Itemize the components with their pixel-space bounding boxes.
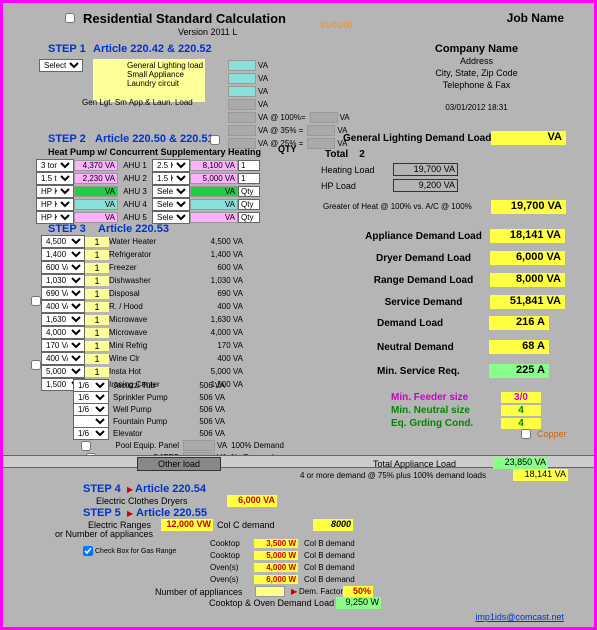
- or-label: or Number of appliances: [55, 529, 153, 539]
- step3-hp-grid: 1/6 hp Jacuzzi Tub 506 VA1/6 hp Sprinkle…: [73, 379, 225, 439]
- step2-checkbox[interactable]: [210, 135, 220, 145]
- step5-rows: Cooktop 3,500 W Col B demandCooktop 5,00…: [210, 537, 368, 585]
- va-select[interactable]: 4,500 VA: [41, 235, 85, 248]
- step3-check-pool[interactable]: [81, 441, 91, 451]
- colc-label: Col C demand: [217, 520, 275, 530]
- gas-range-label: Check Box for Gas Range: [95, 548, 176, 555]
- step1-items-box: General Lighting load Small Appliance La…: [93, 59, 205, 102]
- electric-ranges-value: 12,000 VW: [161, 519, 213, 531]
- va-select[interactable]: 690 VA: [41, 287, 85, 300]
- kw-select[interactable]: Select: [152, 198, 190, 211]
- greater-value: 19,700 VA: [491, 200, 566, 214]
- kw-select[interactable]: Select: [152, 185, 190, 198]
- company-name: Company Name: [435, 43, 518, 55]
- total-label: Total 2: [325, 149, 365, 160]
- step2-subtitle: Heat Pump w/ Concurrent Supplementary He…: [48, 147, 261, 157]
- dem-factor-label: Dem. Factor: [299, 587, 343, 596]
- va-select[interactable]: 4,000 VA: [41, 326, 85, 339]
- company-tel: Telephone & Fax: [443, 80, 511, 90]
- datetime-label: 03/01/2012 18:31: [389, 103, 564, 112]
- step5-article: Article 220.55: [136, 507, 207, 519]
- spreadsheet-sheet: Residential Standard Calculation Version…: [0, 0, 597, 630]
- step1-item: Laundry circuit: [95, 79, 203, 88]
- num-app-label: Number of appliances: [155, 587, 243, 597]
- hp-load-label: HP Load: [321, 181, 356, 191]
- hp-select[interactable]: 1/6 hp: [73, 427, 109, 440]
- heating-load-value: 19,700 VA: [393, 163, 458, 176]
- company-address: Address: [460, 56, 493, 66]
- gas-range-checkbox[interactable]: [83, 546, 93, 556]
- lighting-demand-label: General Lighting Demand Load: [343, 133, 491, 144]
- greater-label: Greater of Heat @ 100% vs. A/C @ 100%: [323, 202, 472, 211]
- kw-select[interactable]: 1.5 KW: [152, 172, 190, 185]
- version-label: Version 2011 L: [178, 27, 237, 37]
- copper-checkbox[interactable]: [521, 429, 531, 439]
- colc-value: 8000: [313, 519, 353, 531]
- step2-article: Article 220.50 & 220.51: [95, 133, 214, 145]
- step2-label: STEP 2: [48, 133, 86, 145]
- page-title: Residential Standard Calculation: [83, 11, 286, 26]
- step1-va-col: VA VA VA VA VA@ 100%=VA VA@ 35% =VA VA@ …: [228, 59, 350, 150]
- cod-label: Cooktop & Oven Demand Load: [209, 598, 334, 608]
- date-orange: 01/01/00: [321, 21, 352, 30]
- step5-label: STEP 5: [83, 507, 121, 519]
- num-app-value: [255, 586, 285, 597]
- title-checkbox[interactable]: [65, 13, 75, 23]
- step4-label: STEP 4: [83, 483, 121, 495]
- red-arrow-icon: ▶: [127, 485, 133, 494]
- va-select[interactable]: 170 VA: [41, 339, 85, 352]
- footer-email-link[interactable]: imp1ids@comcast.net: [475, 612, 564, 622]
- va-select[interactable]: 1,030 VA: [41, 274, 85, 287]
- kw-select[interactable]: 2.5 KW: [152, 159, 190, 172]
- step1-label: STEP 1: [48, 43, 86, 55]
- step3-check1[interactable]: [31, 296, 41, 306]
- heating-load-label: Heating Load: [321, 165, 375, 175]
- company-csz: City, State, Zip Code: [435, 68, 517, 78]
- step3-sizes: Min. Feeder size3/0Min. Neutral size4Eq.…: [391, 391, 541, 430]
- va-select[interactable]: 5,000 VA: [41, 365, 85, 378]
- step1-article: Article 220.42 & 220.52: [93, 43, 212, 55]
- four-more-label: 4 or more demand @ 75% plus 100% demand …: [300, 471, 486, 480]
- cod-value: 9,250 W: [336, 597, 381, 609]
- step1-item: Small Appliance: [95, 70, 203, 79]
- step1-select[interactable]: Select: [39, 59, 83, 72]
- step1-item: Gen Lgt. Sm App.& Laun. Load: [82, 98, 193, 107]
- total-app-label: Total Appliance Load: [373, 459, 456, 469]
- hp-load-value: 9,200 VA: [393, 179, 458, 192]
- step3-grid: 4,500 VA 1 Water Heater 4,500 VA1,400 VA…: [41, 235, 243, 391]
- va-select[interactable]: 400 VA: [41, 300, 85, 313]
- copper-label: Copper: [537, 429, 567, 439]
- hp-select[interactable]: 3 ton: [36, 159, 74, 172]
- step2-qty-header: QTY: [278, 144, 297, 154]
- lighting-demand-value: VA: [491, 131, 566, 145]
- step1-item: General Lighting load: [95, 61, 203, 70]
- hp-select[interactable]: HP KW: [36, 185, 74, 198]
- red-arrow-icon: ▶: [291, 587, 297, 596]
- company-box: Company Name Address City, State, Zip Co…: [389, 43, 564, 91]
- step4-article: Article 220.54: [135, 483, 206, 495]
- step3-article: Article 220.53: [98, 223, 169, 235]
- va-select[interactable]: 600 VA: [41, 261, 85, 274]
- step4-item: Electric Clothes Dryers: [96, 496, 188, 506]
- step3-right: Appliance Demand Load18,141 VADryer Dema…: [357, 225, 565, 313]
- total-app-value: 23,850 VA: [493, 457, 548, 469]
- va-select[interactable]: 1,630 VA: [41, 313, 85, 326]
- hp-select[interactable]: 1.5 ton: [36, 172, 74, 185]
- four-more-value: 18,141 VA: [513, 469, 568, 481]
- va-select[interactable]: 400 VA: [41, 352, 85, 365]
- step3-check2[interactable]: [31, 360, 41, 370]
- step3-label: STEP 3: [48, 223, 86, 235]
- step4-value: 6,000 VA: [227, 495, 277, 507]
- dem-factor-value: 50%: [343, 586, 373, 597]
- job-name: Job Name: [507, 11, 564, 25]
- step2-grid: 3 ton 4,370 VA AHU 1 2.5 KW 8,100 VA 11.…: [36, 159, 260, 224]
- other-load-cell[interactable]: Other load: [137, 457, 221, 471]
- step3-box: Demand Load216 ANeutral Demand68 AMin. S…: [377, 311, 575, 383]
- va-select[interactable]: 1,400 VA: [41, 248, 85, 261]
- hp-select[interactable]: HP KW: [36, 198, 74, 211]
- red-arrow-icon: ▶: [127, 509, 133, 518]
